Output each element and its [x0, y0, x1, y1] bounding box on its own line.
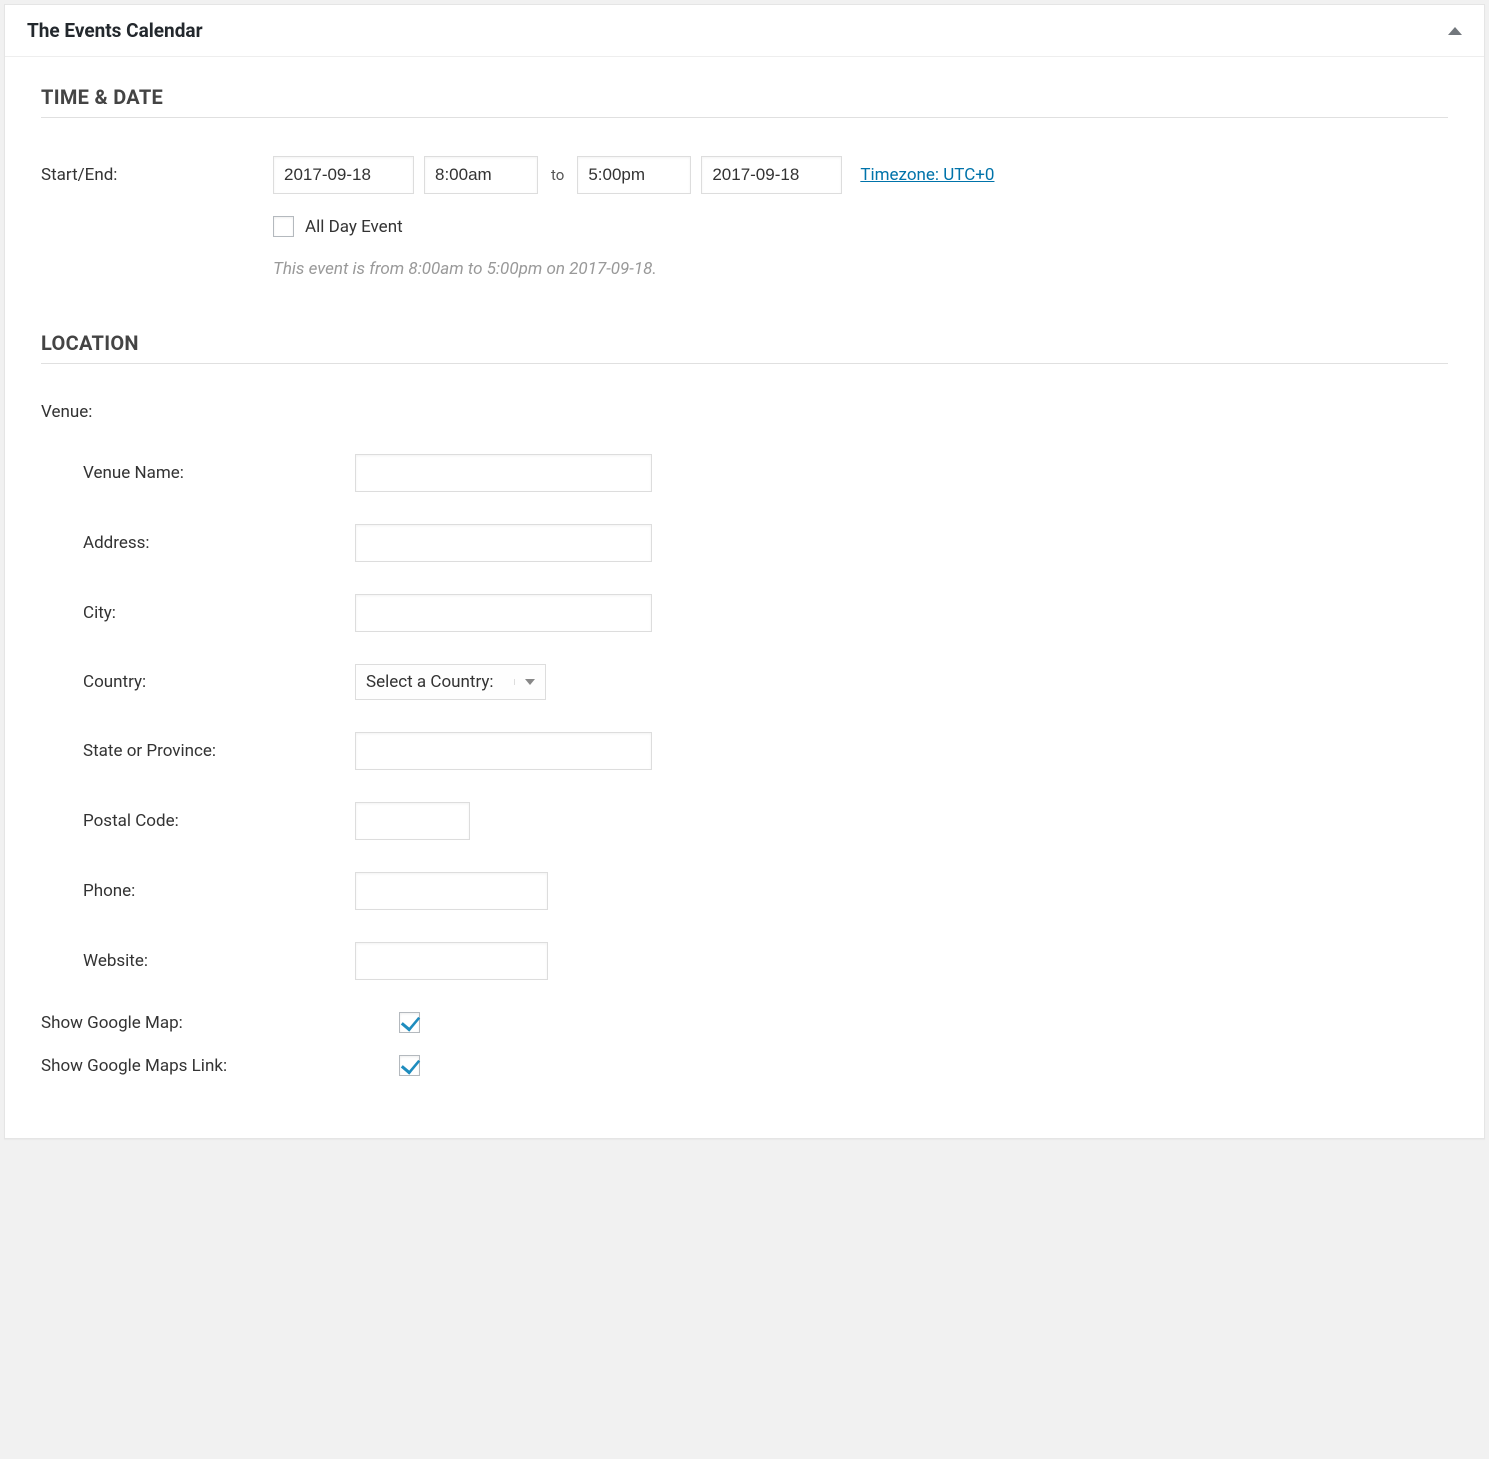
start-end-label: Start/End: [41, 165, 273, 185]
show-map-link-checkbox[interactable] [399, 1055, 420, 1076]
all-day-checkbox[interactable] [273, 216, 294, 237]
show-map-link-label: Show Google Maps Link: [41, 1056, 399, 1076]
start-date-input[interactable] [273, 156, 414, 194]
state-input[interactable] [355, 732, 652, 770]
end-date-input[interactable] [701, 156, 842, 194]
show-map-link-row: Show Google Maps Link: [41, 1055, 1448, 1076]
select-arrow-box [514, 679, 535, 685]
state-row: State or Province: [41, 732, 1448, 770]
venue-name-input[interactable] [355, 454, 652, 492]
time-date-section-title: TIME & DATE [41, 85, 1448, 118]
events-calendar-panel: The Events Calendar TIME & DATE Start/En… [4, 4, 1485, 1139]
country-row: Country: Select a Country: [41, 664, 1448, 700]
start-end-inputs: to Timezone: UTC+0 [273, 156, 994, 194]
website-input[interactable] [355, 942, 548, 980]
panel-body: TIME & DATE Start/End: to Timezone: UTC+… [5, 57, 1484, 1138]
to-text: to [548, 166, 567, 184]
postal-row: Postal Code: [41, 802, 1448, 840]
event-summary-text: This event is from 8:00am to 5:00pm on 2… [273, 259, 1448, 279]
venue-name-row: Venue Name: [41, 454, 1448, 492]
postal-input[interactable] [355, 802, 470, 840]
address-row: Address: [41, 524, 1448, 562]
city-row: City: [41, 594, 1448, 632]
postal-label: Postal Code: [41, 811, 355, 831]
country-label: Country: [41, 672, 355, 692]
phone-input[interactable] [355, 872, 548, 910]
start-end-row: Start/End: to Timezone: UTC+0 [41, 156, 1448, 194]
end-time-input[interactable] [577, 156, 691, 194]
address-label: Address: [41, 533, 355, 553]
show-map-row: Show Google Map: [41, 1012, 1448, 1033]
location-section-title: LOCATION [41, 331, 1448, 364]
timezone-link[interactable]: Timezone: UTC+0 [860, 165, 994, 185]
start-time-input[interactable] [424, 156, 538, 194]
panel-title: The Events Calendar [27, 19, 203, 42]
show-map-checkbox[interactable] [399, 1012, 420, 1033]
state-label: State or Province: [41, 741, 355, 761]
panel-header: The Events Calendar [5, 5, 1484, 57]
website-label: Website: [41, 951, 355, 971]
venue-heading: Venue: [41, 402, 1448, 422]
venue-name-label: Venue Name: [41, 463, 355, 483]
all-day-row: All Day Event [273, 216, 1448, 237]
website-row: Website: [41, 942, 1448, 980]
phone-label: Phone: [41, 881, 355, 901]
city-input[interactable] [355, 594, 652, 632]
collapse-toggle-icon[interactable] [1448, 27, 1462, 35]
country-selected-text: Select a Country: [366, 672, 494, 692]
phone-row: Phone: [41, 872, 1448, 910]
all-day-label: All Day Event [305, 217, 403, 237]
show-map-label: Show Google Map: [41, 1013, 399, 1033]
city-label: City: [41, 603, 355, 623]
address-input[interactable] [355, 524, 652, 562]
chevron-down-icon [525, 679, 535, 685]
country-select[interactable]: Select a Country: [355, 664, 546, 700]
